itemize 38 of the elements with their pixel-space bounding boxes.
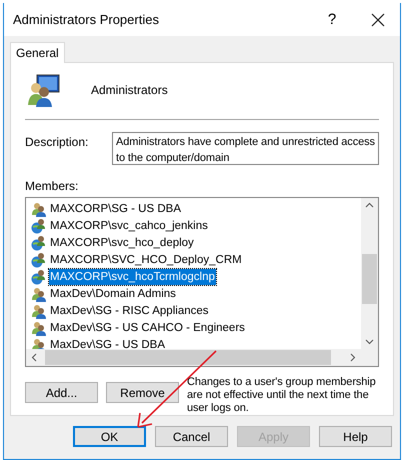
group-icon bbox=[31, 302, 47, 318]
group-icon bbox=[31, 200, 47, 216]
horizontal-scrollbar[interactable] bbox=[26, 349, 378, 366]
group-name: Administrators bbox=[91, 83, 168, 97]
user-globe-icon bbox=[31, 268, 47, 284]
scroll-up-icon[interactable] bbox=[365, 202, 374, 208]
member-item[interactable]: MaxDev\SG - US CAHCO - Engineers bbox=[49, 320, 246, 336]
scroll-right-icon[interactable] bbox=[350, 353, 356, 362]
member-action-button[interactable]: Remove bbox=[106, 382, 179, 403]
member-item[interactable]: MAXCORP\svc_cahco_jenkins bbox=[49, 218, 209, 234]
member-item[interactable]: MAXCORP\SVC_HCO_Deploy_CRM bbox=[49, 252, 243, 268]
dialog-button[interactable]: OK bbox=[73, 426, 146, 447]
help-button[interactable]: ? bbox=[310, 3, 354, 36]
user-globe-icon bbox=[31, 234, 47, 250]
member-item[interactable]: MaxDev\SG - RISC Appliances bbox=[49, 302, 210, 318]
close-icon bbox=[371, 12, 385, 26]
vertical-scrollbar[interactable] bbox=[361, 198, 378, 349]
user-globe-icon bbox=[31, 218, 47, 234]
dialog-button[interactable]: Help bbox=[319, 426, 392, 447]
member-item[interactable]: MAXCORP\svc_hcoTcrmlogclnp bbox=[49, 268, 216, 284]
membership-note: Changes to a user's group membership are not effective until the next time the user logs on. bbox=[187, 376, 377, 415]
scroll-down-icon[interactable] bbox=[365, 339, 374, 345]
tab[interactable]: General bbox=[10, 42, 65, 63]
group-icon bbox=[31, 320, 47, 336]
description-field[interactable]: Administrators have complete and unrestricted access to the computer/domain bbox=[112, 132, 379, 165]
member-item[interactable]: MaxDev\Domain Admins bbox=[49, 286, 177, 302]
member-item[interactable]: MaxDev\SG - US DBA bbox=[49, 336, 166, 352]
user-globe-icon bbox=[31, 252, 47, 268]
dialog-button[interactable]: Cancel bbox=[155, 426, 228, 447]
scroll-left-icon[interactable] bbox=[31, 353, 37, 362]
window-title: Administrators Properties bbox=[13, 12, 160, 27]
member-item[interactable]: MAXCORP\SG - US DBA bbox=[49, 200, 182, 216]
description-label: Description: bbox=[25, 134, 90, 149]
member-item[interactable]: MAXCORP\svc_hco_deploy bbox=[49, 234, 195, 250]
users-monitor-icon bbox=[27, 73, 61, 107]
member-action-button[interactable]: Add... bbox=[25, 382, 98, 403]
members-label: Members: bbox=[25, 179, 80, 193]
group-icon bbox=[31, 286, 47, 302]
